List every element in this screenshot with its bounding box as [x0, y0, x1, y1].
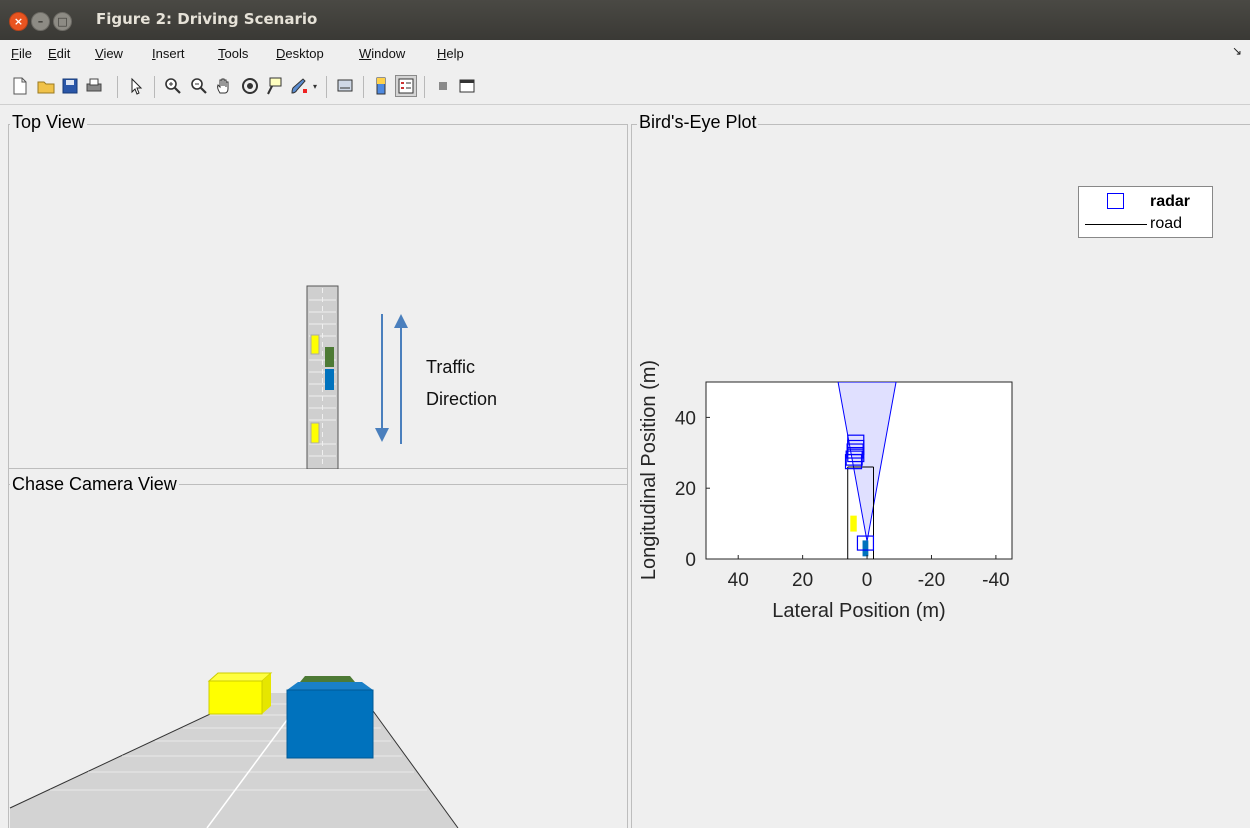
- menu-view[interactable]: View: [95, 46, 123, 61]
- menu-overflow-icon[interactable]: ↘: [1232, 44, 1242, 58]
- new-figure-icon[interactable]: [10, 76, 30, 96]
- window-title: Figure 2: Driving Scenario: [96, 10, 318, 28]
- top-view-panel: Top View Traffic Direction: [0, 104, 628, 469]
- maximize-window-button[interactable]: □: [53, 12, 72, 31]
- x-tick-label-1: 20: [792, 570, 813, 591]
- birds-eye-chart[interactable]: 40 20 0 -20 -40 0 20 40 Lateral Position (m) Lo…: [631, 104, 1250, 828]
- object-yellow: [850, 515, 857, 532]
- traffic-label-line2: Direction: [426, 389, 498, 409]
- chase-camera-panel: Chase Camera View: [0, 468, 628, 828]
- minimize-icon: –: [37, 15, 44, 28]
- top-view-yellow-car-2: [310, 422, 320, 444]
- print-icon[interactable]: [84, 76, 104, 96]
- close-icon: ×: [13, 15, 24, 28]
- brush-dropdown-icon[interactable]: ▾: [313, 82, 317, 91]
- y-tick-label-2: 40: [675, 408, 696, 429]
- traffic-arrow-up-icon: [394, 314, 408, 444]
- y-tick-label-1: 20: [675, 479, 696, 500]
- menu-tools[interactable]: Tools: [218, 46, 248, 61]
- menu-help[interactable]: Help: [437, 46, 464, 61]
- y-axis-label: Longitudinal Position (m): [638, 360, 660, 580]
- y-tick-label-0: 0: [685, 550, 696, 571]
- minimize-window-button[interactable]: –: [31, 12, 50, 31]
- x-tick-label-0: 40: [728, 570, 749, 591]
- menu-bar: File Edit View Insert Tools Desktop Wind…: [0, 40, 1250, 68]
- traffic-direction-annotation: Traffic Direction: [426, 351, 497, 415]
- link-plot-icon[interactable]: [335, 76, 355, 96]
- rotate-3d-icon[interactable]: [240, 76, 260, 96]
- x-axis-label: Lateral Position (m): [772, 600, 945, 622]
- x-tick-label-3: -20: [918, 570, 945, 591]
- menu-insert[interactable]: Insert: [152, 46, 185, 61]
- menu-window[interactable]: Window: [359, 46, 405, 61]
- zoom-out-icon[interactable]: [189, 76, 209, 96]
- chase-ego-car: [286, 676, 374, 759]
- menu-desktop[interactable]: Desktop: [276, 46, 324, 61]
- legend-icon[interactable]: [395, 75, 417, 97]
- close-window-button[interactable]: ×: [9, 12, 28, 31]
- edit-plot-arrow-icon[interactable]: [126, 76, 146, 96]
- chase-yellow-car: [207, 672, 273, 715]
- birds-eye-panel: Bird's-Eye Plot radar road 40 20 0 -20 -40 0 2…: [631, 104, 1250, 828]
- save-icon[interactable]: [60, 76, 80, 96]
- hide-plot-tools-icon[interactable]: [433, 76, 453, 96]
- open-file-icon[interactable]: [36, 76, 56, 96]
- colorbar-icon[interactable]: [371, 76, 391, 96]
- brush-icon[interactable]: [289, 76, 309, 96]
- menu-file[interactable]: File: [11, 46, 32, 61]
- traffic-label-line1: Traffic: [426, 357, 476, 377]
- top-view-canvas[interactable]: [0, 104, 628, 469]
- pan-hand-icon[interactable]: [214, 76, 234, 96]
- window-titlebar: × – □ Figure 2: Driving Scenario: [0, 0, 1250, 40]
- data-cursor-icon[interactable]: [264, 76, 284, 96]
- menu-edit[interactable]: Edit: [48, 46, 70, 61]
- maximize-icon: □: [57, 15, 68, 28]
- chase-camera-canvas[interactable]: [0, 468, 628, 828]
- show-plot-tools-icon[interactable]: [457, 76, 477, 96]
- x-tick-label-4: -40: [982, 570, 1009, 591]
- figure-toolbar: ▾: [0, 68, 1250, 105]
- traffic-arrow-down-icon: [375, 314, 389, 442]
- zoom-in-icon[interactable]: [163, 76, 183, 96]
- x-tick-label-2: 0: [862, 570, 873, 591]
- top-view-ego-car: [325, 369, 334, 390]
- object-ego: [862, 540, 869, 557]
- top-view-green-car: [325, 347, 334, 367]
- top-view-yellow-car: [310, 334, 320, 355]
